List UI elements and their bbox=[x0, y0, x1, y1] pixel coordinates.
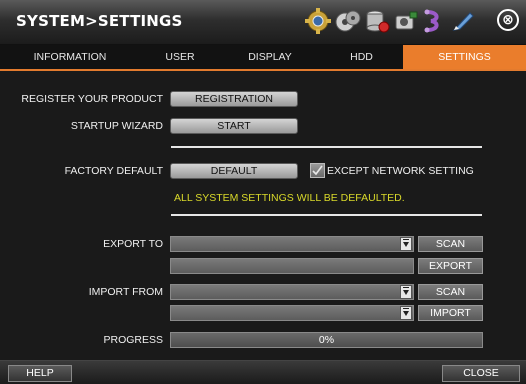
pen-icon[interactable] bbox=[450, 8, 476, 34]
except-network-checkbox[interactable] bbox=[310, 163, 325, 178]
default-warning-text: ALL SYSTEM SETTINGS WILL BE DEFAULTED. bbox=[174, 192, 405, 204]
tab-user[interactable]: USER bbox=[140, 45, 220, 69]
registration-button[interactable]: REGISTRATION bbox=[170, 91, 298, 107]
export-path-field[interactable] bbox=[170, 258, 414, 274]
startup-wizard-label: STARTUP WIZARD bbox=[70, 120, 163, 132]
import-from-label: IMPORT FROM bbox=[88, 286, 163, 298]
progress-label: PROGRESS bbox=[103, 334, 163, 346]
import-path-select[interactable] bbox=[170, 305, 414, 321]
factory-default-label: FACTORY DEFAULT bbox=[64, 165, 163, 177]
separator bbox=[171, 146, 482, 148]
gear-icon[interactable] bbox=[305, 8, 331, 34]
title-bar: SYSTEM>SETTINGS ⊗ bbox=[0, 0, 526, 45]
tape-reel-icon[interactable] bbox=[335, 8, 361, 34]
window-title: SYSTEM>SETTINGS bbox=[16, 12, 183, 30]
tab-hdd[interactable]: HDD bbox=[320, 45, 403, 69]
except-network-label: EXCEPT NETWORK SETTING bbox=[327, 165, 474, 177]
export-to-label: EXPORT TO bbox=[103, 238, 163, 250]
import-scan-button[interactable]: SCAN bbox=[418, 284, 483, 300]
close-icon[interactable]: ⊗ bbox=[497, 9, 519, 31]
import-device-select[interactable] bbox=[170, 284, 414, 300]
export-button[interactable]: EXPORT bbox=[418, 258, 483, 274]
chevron-down-icon[interactable] bbox=[400, 285, 412, 299]
export-scan-button[interactable]: SCAN bbox=[418, 236, 483, 252]
chevron-down-icon[interactable] bbox=[400, 237, 412, 251]
chevron-down-icon[interactable] bbox=[400, 306, 412, 320]
register-label: REGISTER YOUR PRODUCT bbox=[21, 93, 163, 105]
tab-settings[interactable]: SETTINGS bbox=[403, 45, 526, 69]
tab-bar: INFORMATION USER DISPLAY HDD SETTINGS bbox=[0, 45, 526, 71]
tab-information[interactable]: INFORMATION bbox=[0, 45, 140, 69]
footer-bar: HELP CLOSE bbox=[0, 360, 526, 384]
export-device-select[interactable] bbox=[170, 236, 414, 252]
camera-icon[interactable] bbox=[393, 8, 419, 34]
tab-display[interactable]: DISPLAY bbox=[220, 45, 320, 69]
start-wizard-button[interactable]: START bbox=[170, 118, 298, 134]
separator bbox=[171, 214, 482, 216]
default-button[interactable]: DEFAULT bbox=[170, 163, 298, 179]
settings-window: SYSTEM>SETTINGS ⊗ INFORMATION USER DISPL… bbox=[0, 0, 526, 384]
import-button[interactable]: IMPORT bbox=[418, 305, 483, 321]
help-button[interactable]: HELP bbox=[8, 365, 72, 382]
close-button[interactable]: CLOSE bbox=[442, 365, 520, 382]
database-icon[interactable] bbox=[364, 8, 390, 34]
network-icon[interactable] bbox=[421, 8, 447, 34]
progress-bar: 0% bbox=[170, 332, 483, 348]
